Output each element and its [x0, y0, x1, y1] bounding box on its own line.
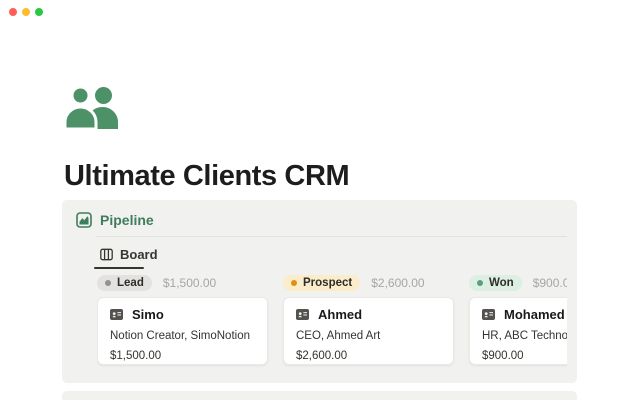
contact-card-icon	[482, 309, 495, 320]
card-name: Ahmed	[318, 307, 362, 322]
app-window: Ultimate Clients CRM Pipeline Board Lead…	[0, 0, 640, 400]
tab-board[interactable]: Board	[100, 247, 158, 262]
card-title-row: Simo	[110, 307, 255, 322]
minimize-button[interactable]	[22, 8, 30, 16]
crm-card[interactable]: Ahmed CEO, Ahmed Art $2,600.00	[283, 297, 454, 365]
status-pill[interactable]: Prospect	[283, 275, 360, 291]
status-label: Prospect	[303, 277, 352, 289]
card-amount: $1,500.00	[110, 350, 255, 362]
board: Lead $1,500.00 Simo Notion Creator, SimoNot…	[97, 275, 567, 375]
card-name: Mohamed	[504, 307, 565, 322]
card-subtitle: Notion Creator, SimoNotion	[110, 330, 255, 342]
card-amount: $900.00	[482, 350, 567, 362]
zoom-button[interactable]	[35, 8, 43, 16]
card-title-row: Ahmed	[296, 307, 441, 322]
status-dot	[291, 280, 297, 286]
pipeline-header: Pipeline	[76, 212, 154, 228]
column-sum: $2,600.00	[371, 276, 424, 290]
card-subtitle: HR, ABC Technology	[482, 330, 567, 342]
crm-card[interactable]: Simo Notion Creator, SimoNotion $1,500.00	[97, 297, 268, 365]
status-label: Won	[489, 277, 514, 289]
page-title: Ultimate Clients CRM	[64, 160, 349, 193]
card-title-row: Mohamed	[482, 307, 567, 322]
board-column-prospect: Prospect $2,600.00 Ahmed CEO, Ahmed Art $2,6…	[283, 275, 454, 375]
column-sum: $900.00	[533, 276, 567, 290]
status-dot	[477, 280, 483, 286]
next-section-strip	[62, 391, 577, 400]
header-divider	[96, 236, 567, 237]
status-pill[interactable]: Lead	[97, 275, 152, 291]
board-column-won: Won $900.00 Mohamed HR, ABC Technology $900.…	[469, 275, 567, 375]
close-button[interactable]	[9, 8, 17, 16]
contact-card-icon	[110, 309, 123, 320]
card-subtitle: CEO, Ahmed Art	[296, 330, 441, 342]
area-chart-icon	[76, 212, 92, 228]
contact-card-icon	[296, 309, 309, 320]
board-column-lead: Lead $1,500.00 Simo Notion Creator, SimoNot…	[97, 275, 268, 375]
column-header: Lead $1,500.00	[97, 275, 268, 291]
active-tab-indicator	[94, 267, 144, 269]
board-view-icon	[100, 248, 113, 261]
window-controls	[9, 8, 43, 16]
people-icon	[64, 84, 122, 130]
column-header: Won $900.00	[469, 275, 567, 291]
card-amount: $2,600.00	[296, 350, 441, 362]
status-dot	[105, 280, 111, 286]
status-pill[interactable]: Won	[469, 275, 522, 291]
column-sum: $1,500.00	[163, 276, 216, 290]
crm-card[interactable]: Mohamed HR, ABC Technology $900.00	[469, 297, 567, 365]
column-header: Prospect $2,600.00	[283, 275, 454, 291]
status-label: Lead	[117, 277, 144, 289]
tab-board-label: Board	[120, 247, 158, 262]
pipeline-title: Pipeline	[100, 212, 154, 228]
pipeline-section: Pipeline Board Lead $1,500.00 Simo Notion C…	[62, 200, 577, 383]
card-name: Simo	[132, 307, 164, 322]
